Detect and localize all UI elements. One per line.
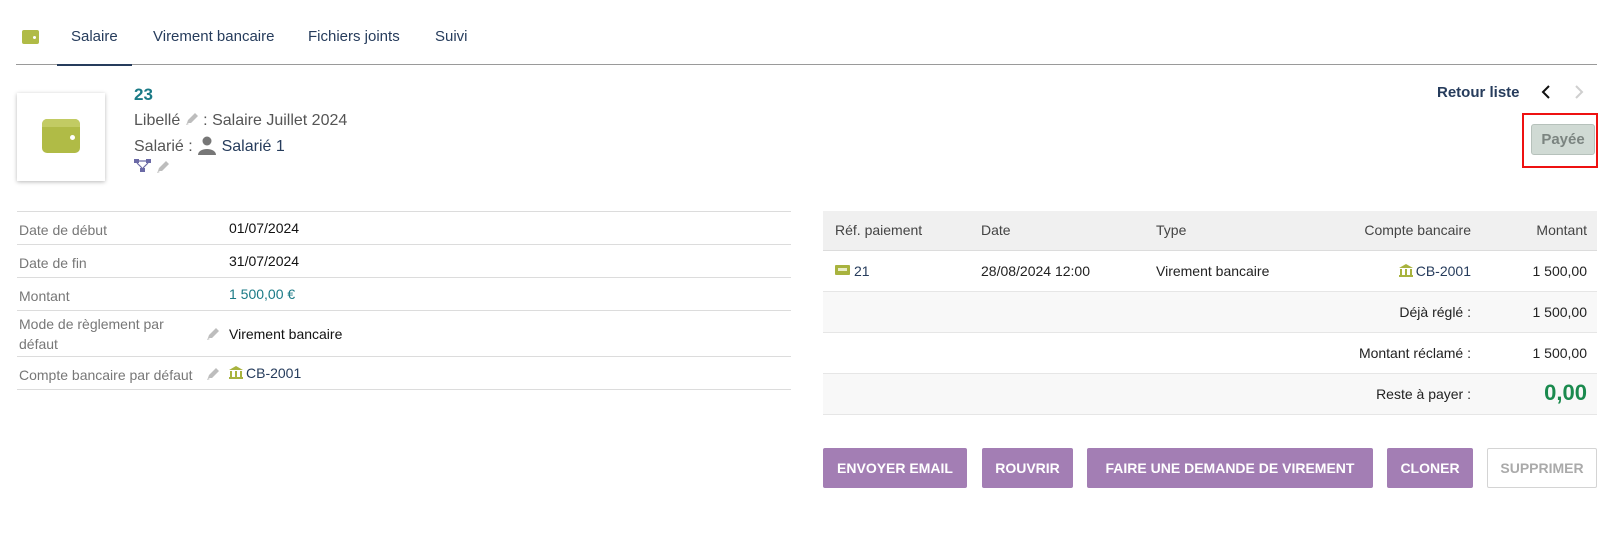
summary-row-deja-regle: Déjà réglé : 1 500,00: [823, 292, 1597, 333]
person-icon: [198, 136, 217, 155]
detail-row-date-fin: Date de fin 31/07/2024: [17, 245, 791, 278]
wallet-icon: [42, 119, 80, 153]
details-table: Date de début 01/07/2024 Date de fin 31/…: [17, 211, 791, 390]
tab-fichiers-joints[interactable]: Fichiers joints: [308, 0, 400, 65]
salarie-line: Salarié : Salarié 1: [134, 135, 285, 156]
tab-label: Salaire: [71, 28, 118, 45]
tab-suivi[interactable]: Suivi: [435, 0, 468, 65]
detail-value: Virement bancaire: [229, 326, 343, 342]
pencil-icon[interactable]: [185, 112, 199, 126]
pencil-icon[interactable]: [156, 160, 170, 174]
wallet-icon: [22, 30, 39, 44]
detail-label: Date de début: [19, 222, 107, 238]
bank-icon: [1398, 264, 1413, 277]
clone-button[interactable]: CLONER: [1387, 448, 1473, 488]
payment-account-link[interactable]: CB-2001: [1416, 263, 1471, 279]
summary-row-reste-a-payer: Reste à payer : 0,00: [823, 374, 1597, 415]
detail-label: Compte bancaire par défaut: [19, 367, 193, 383]
col-compte-bancaire: Compte bancaire: [1364, 222, 1471, 238]
summary-value: 1 500,00: [1532, 304, 1588, 320]
libelle-label: Libellé: [134, 112, 181, 129]
bank-icon: [229, 366, 243, 379]
delete-button[interactable]: SUPPRIMER: [1487, 448, 1597, 488]
payment-amount: 1 500,00: [1532, 263, 1588, 279]
header-tools: [134, 158, 170, 178]
detail-value: 31/07/2024: [229, 253, 300, 269]
detail-label: Mode de règlement par défaut: [19, 316, 164, 352]
libelle-value: : Salaire Juillet 2024: [203, 112, 348, 129]
summary-label: Montant réclamé :: [1358, 345, 1471, 361]
detail-value: 1 500,00 €: [229, 286, 296, 302]
table-row: 21 28/08/2024 12:00 Virement bancaire CB…: [823, 251, 1597, 292]
remaining-amount: 0,00: [1544, 380, 1587, 405]
libelle-line: Libellé : Salaire Juillet 2024: [134, 112, 347, 130]
payments-table: Réf. paiement Date Type Compte bancaire …: [823, 211, 1597, 415]
detail-value: CB-2001: [229, 365, 301, 381]
tab-label: Fichiers joints: [308, 28, 400, 45]
detail-row-date-debut: Date de début 01/07/2024: [17, 212, 791, 245]
record-logo: [17, 93, 105, 181]
status-highlight: Payée: [1522, 113, 1598, 168]
payment-account: CB-2001: [1398, 263, 1471, 279]
chevron-right-icon: [1575, 85, 1584, 99]
tab-bar: Salaire Virement bancaire Fichiers joint…: [16, 0, 1597, 66]
payment-icon: [835, 265, 850, 275]
col-ref-paiement: Réf. paiement: [835, 222, 923, 238]
payments-header: Réf. paiement Date Type Compte bancaire …: [823, 211, 1597, 251]
salarie-label: Salarié :: [134, 138, 193, 155]
payment-ref[interactable]: 21: [835, 263, 870, 279]
send-email-button[interactable]: ENVOYER EMAIL: [823, 448, 967, 488]
tab-salaire[interactable]: Salaire: [57, 0, 132, 66]
pencil-icon[interactable]: [206, 327, 220, 341]
bank-account-link[interactable]: CB-2001: [246, 365, 301, 381]
tab-card-icon[interactable]: [16, 0, 50, 65]
detail-label: Date de fin: [19, 255, 87, 271]
detail-row-montant: Montant 1 500,00 €: [17, 278, 791, 311]
record-ref: 23: [134, 85, 153, 104]
tab-label: Suivi: [435, 28, 468, 45]
detail-label: Montant: [19, 288, 70, 304]
summary-row-montant-reclame: Montant réclamé : 1 500,00: [823, 333, 1597, 374]
salarie-link[interactable]: Salarié 1: [222, 138, 285, 155]
summary-value: 1 500,00: [1532, 345, 1588, 361]
summary-label: Reste à payer :: [1376, 386, 1471, 402]
payment-ref-link[interactable]: 21: [854, 263, 870, 279]
payment-date: 28/08/2024 12:00: [981, 263, 1090, 279]
detail-value: 01/07/2024: [229, 220, 300, 236]
tab-virement-bancaire[interactable]: Virement bancaire: [153, 0, 274, 65]
detail-row-compte-bancaire: Compte bancaire par défaut CB-2001: [17, 357, 791, 390]
back-to-list-link[interactable]: Retour liste: [1437, 84, 1520, 101]
summary-label: Déjà réglé :: [1399, 304, 1471, 320]
pencil-icon[interactable]: [206, 367, 220, 381]
chevron-left-icon[interactable]: [1538, 83, 1556, 101]
payment-type: Virement bancaire: [1156, 263, 1270, 279]
col-date: Date: [981, 222, 1011, 238]
status-badge: Payée: [1531, 124, 1595, 155]
transfer-request-button[interactable]: FAIRE UNE DEMANDE DE VIREMENT: [1087, 448, 1373, 488]
reopen-button[interactable]: ROUVRIR: [982, 448, 1073, 488]
hierarchy-icon[interactable]: [134, 158, 152, 173]
col-type: Type: [1156, 222, 1187, 238]
col-montant: Montant: [1536, 222, 1587, 238]
tab-label: Virement bancaire: [153, 28, 275, 45]
detail-row-mode-reglement: Mode de règlement par défaut Virement ba…: [17, 311, 791, 357]
